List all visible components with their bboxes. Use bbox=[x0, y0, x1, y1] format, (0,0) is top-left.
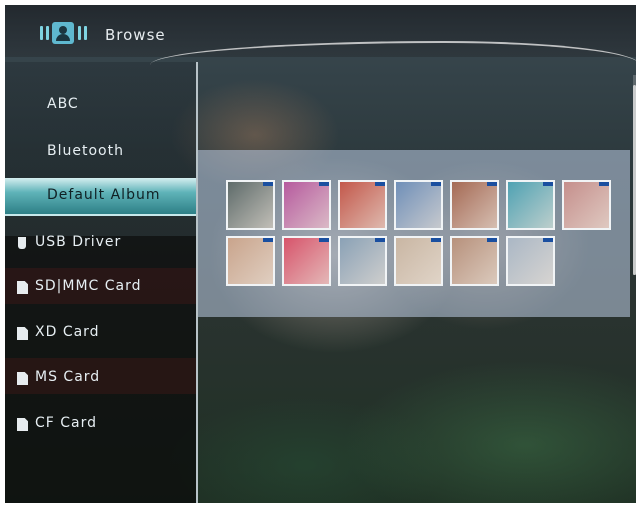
thumbnail-badge-icon bbox=[319, 238, 329, 242]
thumbnail-panel bbox=[198, 150, 630, 317]
thumbnail-badge-icon bbox=[319, 182, 329, 186]
title-bar: Browse bbox=[5, 5, 636, 57]
sidebar-item-label: CF Card bbox=[35, 415, 98, 431]
source-sidebar: ABC Bluetooth Default Album USB Driver S… bbox=[5, 62, 196, 503]
photo-thumbnail[interactable] bbox=[450, 236, 499, 286]
memory-card-icon bbox=[17, 418, 28, 431]
memory-card-icon bbox=[17, 372, 28, 385]
sidebar-item-xd-card[interactable]: XD Card bbox=[5, 315, 196, 351]
scrollbar-thumb[interactable] bbox=[633, 85, 636, 275]
photo-thumbnail[interactable] bbox=[506, 180, 555, 230]
thumbnail-badge-icon bbox=[431, 182, 441, 186]
thumbnail-badge-icon bbox=[543, 238, 553, 242]
thumbnail-badge-icon bbox=[431, 238, 441, 242]
memory-card-icon bbox=[17, 281, 28, 294]
photo-thumbnail[interactable] bbox=[338, 236, 387, 286]
thumbnail-badge-icon bbox=[263, 182, 273, 186]
title-decoration bbox=[150, 41, 636, 65]
sidebar-item-label: SD|MMC Card bbox=[35, 278, 142, 294]
photo-thumbnail[interactable] bbox=[450, 180, 499, 230]
thumbnail-badge-icon bbox=[599, 182, 609, 186]
thumbnail-badge-icon bbox=[375, 238, 385, 242]
browse-person-icon bbox=[38, 22, 98, 44]
sidebar-item-ms-card[interactable]: MS Card bbox=[5, 360, 196, 396]
sidebar-item-label: MS Card bbox=[35, 369, 101, 385]
thumbnail-badge-icon bbox=[263, 238, 273, 242]
thumbnail-badge-icon bbox=[375, 182, 385, 186]
sidebar-item-cf-card[interactable]: CF Card bbox=[5, 406, 196, 442]
thumbnail-badge-icon bbox=[487, 238, 497, 242]
thumbnail-badge-icon bbox=[543, 182, 553, 186]
photo-thumbnail[interactable] bbox=[506, 236, 555, 286]
sidebar-item-label: XD Card bbox=[35, 324, 100, 340]
sidebar-item-label: Bluetooth bbox=[47, 143, 124, 159]
memory-card-icon bbox=[17, 327, 28, 340]
photo-thumbnail[interactable] bbox=[226, 180, 275, 230]
photo-thumbnail[interactable] bbox=[338, 180, 387, 230]
photo-thumbnail[interactable] bbox=[394, 236, 443, 286]
sidebar-item-sd-mmc-card[interactable]: SD|MMC Card bbox=[5, 269, 196, 305]
sidebar-item-bluetooth[interactable]: Bluetooth bbox=[5, 134, 196, 170]
sidebar-item-default-album[interactable]: Default Album bbox=[5, 178, 196, 216]
photo-thumbnail[interactable] bbox=[562, 180, 611, 230]
photo-thumbnail[interactable] bbox=[226, 236, 275, 286]
page-title: Browse bbox=[105, 26, 166, 44]
sidebar-item-label: ABC bbox=[47, 96, 79, 112]
thumbnail-badge-icon bbox=[487, 182, 497, 186]
photo-frame-screen: Browse ABC Bluetooth Default Album USB D… bbox=[5, 5, 636, 503]
sidebar-item-abc[interactable]: ABC bbox=[5, 87, 196, 123]
photo-thumbnail[interactable] bbox=[394, 180, 443, 230]
usb-drive-icon bbox=[18, 237, 26, 249]
photo-thumbnail[interactable] bbox=[282, 180, 331, 230]
sidebar-item-label: Default Album bbox=[47, 187, 161, 203]
sidebar-item-label: USB Driver bbox=[35, 234, 122, 250]
photo-thumbnail[interactable] bbox=[282, 236, 331, 286]
sidebar-item-usb-driver[interactable]: USB Driver bbox=[5, 225, 196, 261]
